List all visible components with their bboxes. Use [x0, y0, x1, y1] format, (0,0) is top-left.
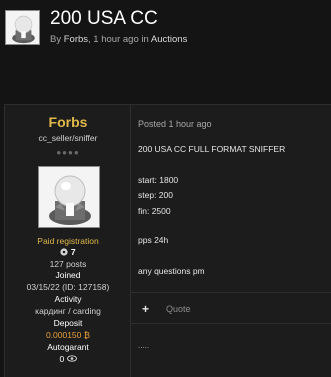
post-signature: .....: [138, 341, 150, 350]
author-avatar[interactable]: [38, 166, 100, 228]
rank-dots: ●●●●: [56, 148, 80, 157]
deposit-label: Deposit: [53, 318, 83, 328]
post-line: 200 USA CC FULL FORMAT SNIFFER: [138, 144, 286, 154]
post-line: pps 24h: [138, 235, 169, 245]
author-group: Paid registration: [37, 236, 99, 246]
post-line: step: 200: [138, 190, 173, 200]
author-reputation: 7: [5, 247, 131, 257]
post-container: Forbs cc_seller/sniffer ●●●● Paid regist…: [4, 104, 331, 377]
meta-time-text: , 1 hour ago in: [88, 34, 151, 45]
author-name[interactable]: Forbs: [5, 114, 131, 130]
activity-value: кардинг / carding: [35, 306, 101, 316]
forum-link[interactable]: Auctions: [151, 34, 187, 45]
post-line: any questions pm: [138, 266, 205, 276]
post-actions-bar: + Quote: [131, 292, 331, 324]
quote-button[interactable]: Quote: [166, 304, 191, 314]
author-link[interactable]: Forbs: [64, 34, 88, 45]
post-date[interactable]: Posted 1 hour ago: [138, 119, 212, 129]
post-line: fin: 2500: [138, 206, 171, 216]
topic-meta: By Forbs, 1 hour ago in Auctions: [50, 34, 187, 45]
post-line: start: 1800: [138, 175, 179, 185]
eye-icon: [66, 354, 77, 364]
author-title: cc_seller/sniffer: [38, 133, 98, 143]
joined-value: 03/15/22 (ID: 127158): [26, 282, 110, 292]
multiquote-plus-button[interactable]: +: [142, 302, 149, 316]
rep-icon: [60, 247, 70, 257]
deposit-value: 0.000150 ₿: [45, 330, 91, 340]
meta-by-text: By: [50, 34, 64, 45]
rep-value: 7: [70, 247, 76, 257]
autogarant-row: 0: [5, 354, 131, 364]
autogarant-label: Autogarant: [47, 342, 89, 352]
joined-label: Joined: [55, 270, 81, 280]
autogarant-value: 0: [59, 354, 65, 364]
author-posts[interactable]: 127 posts: [5, 259, 131, 269]
author-info-panel: Forbs cc_seller/sniffer ●●●● Paid regist…: [5, 105, 131, 377]
activity-label: Activity: [54, 294, 82, 304]
topic-title: 200 USA CC: [50, 8, 158, 29]
topic-author-avatar[interactable]: [5, 10, 40, 45]
